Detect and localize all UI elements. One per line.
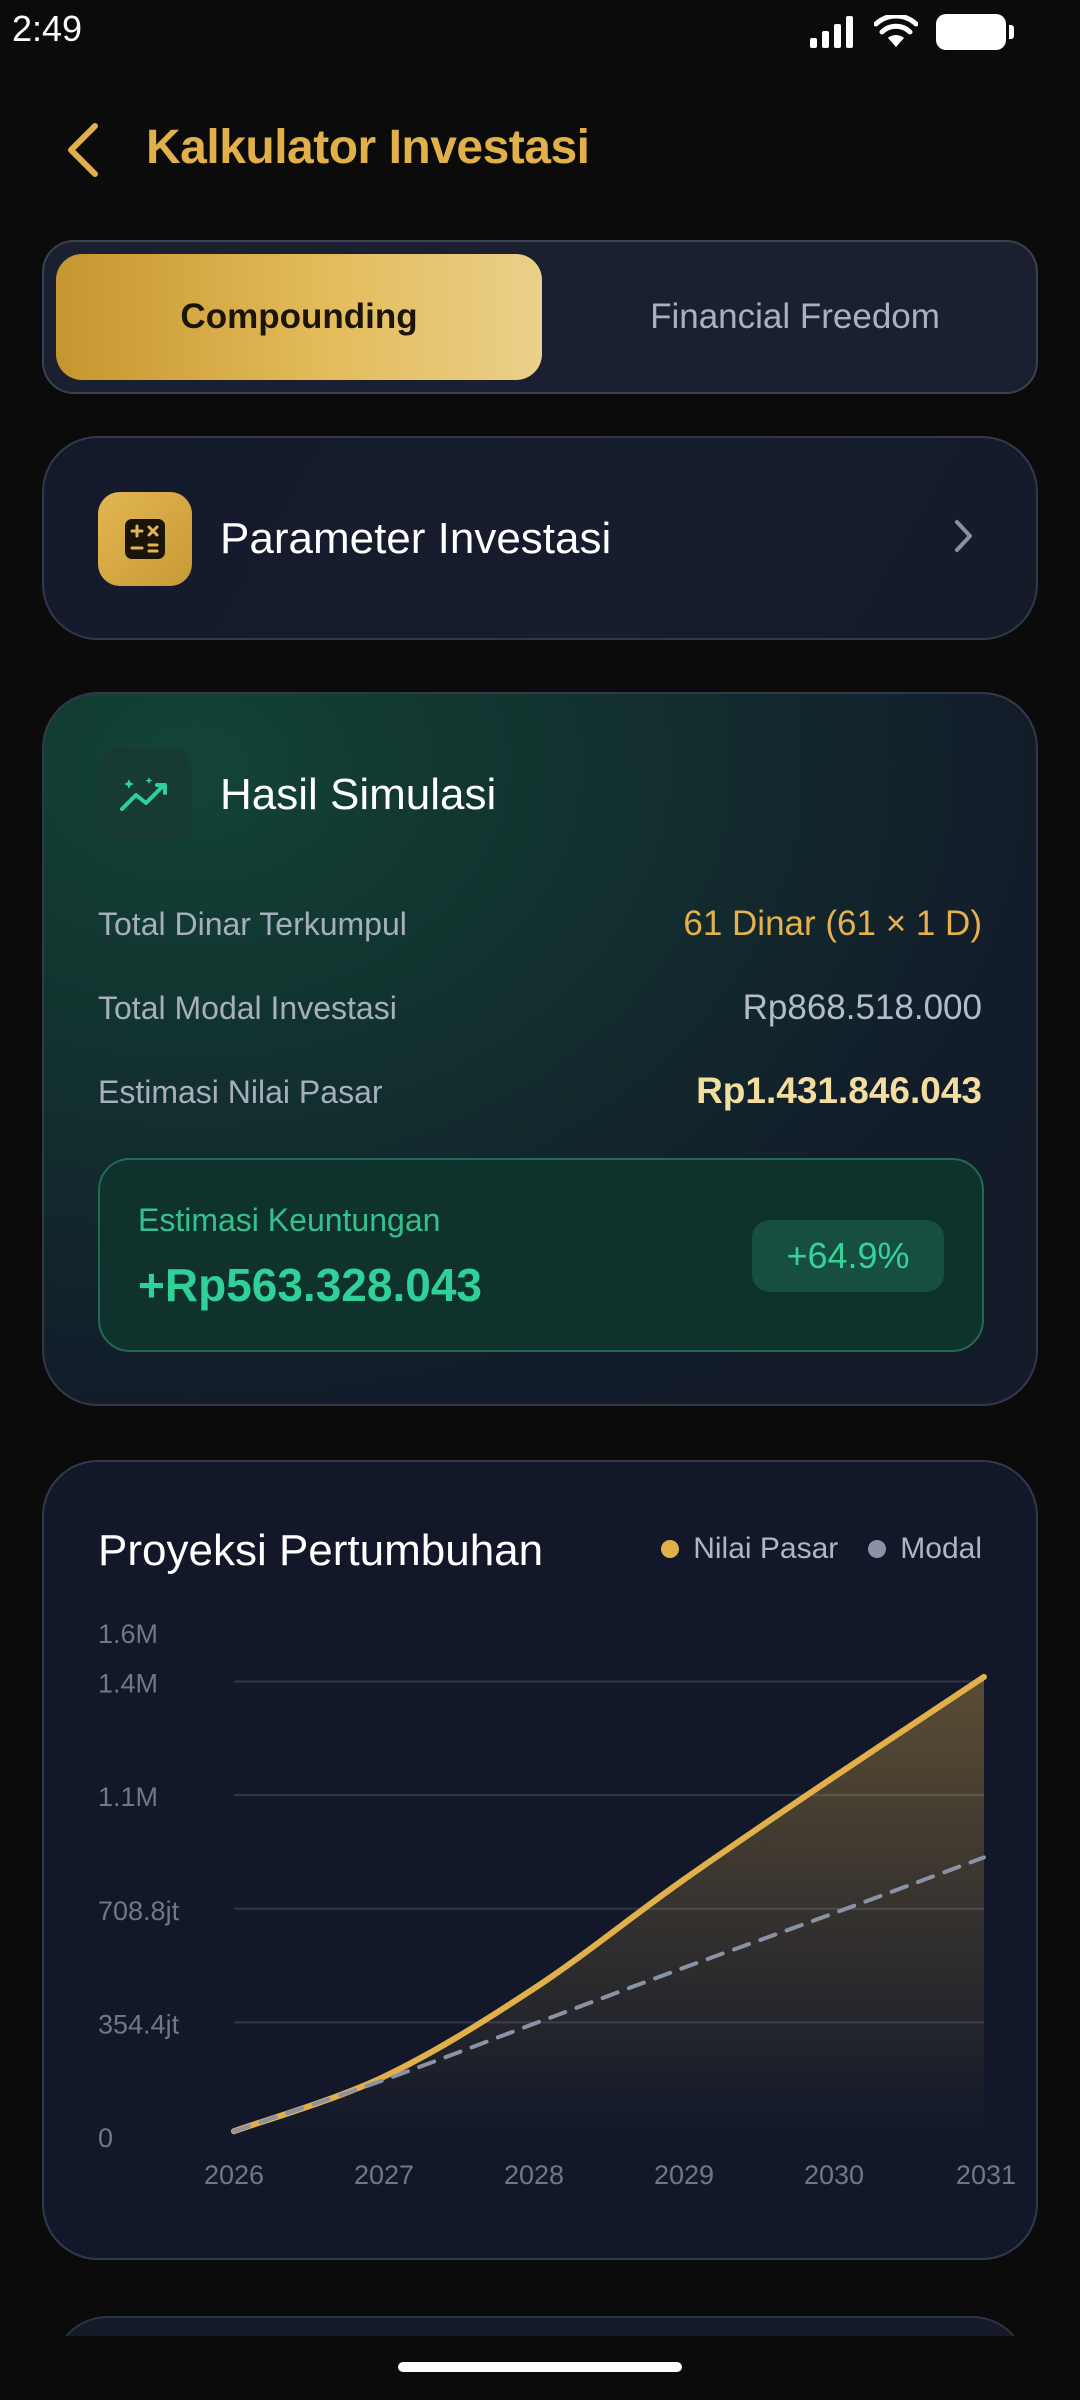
chevron-left-icon: [68, 123, 98, 177]
profit-value: +Rp563.328.043: [138, 1259, 482, 1311]
chevron-right-icon: [955, 520, 972, 552]
mode-tabs: Compounding Financial Freedom: [42, 240, 1038, 394]
market-value-area: [234, 1676, 984, 2136]
page-title: Kalkulator Investasi: [146, 121, 590, 174]
simulation-result-card: Hasil Simulasi Total Dinar Terkumpul 61 …: [42, 692, 1038, 1406]
home-indicator[interactable]: [398, 2362, 682, 2372]
investment-parameters-card[interactable]: Parameter Investasi: [42, 436, 1038, 640]
y-tick-label: 708.8jt: [98, 1896, 180, 1926]
x-tick-label: 2029: [654, 2160, 714, 2190]
market-value-value: Rp1.431.846.043: [696, 1070, 982, 1111]
trending-sparkle-icon: [98, 748, 192, 842]
result-title: Hasil Simulasi: [220, 770, 497, 819]
market-value-label: Estimasi Nilai Pasar: [98, 1074, 383, 1110]
x-tick-label: 2027: [354, 2160, 414, 2190]
status-bar: 2:49: [0, 0, 1080, 64]
growth-projection-card: Proyeksi Pertumbuhan Nilai Pasar Modal 0…: [42, 1460, 1038, 2260]
calculator-icon: [98, 492, 192, 586]
y-tick-label: 1.4M: [98, 1669, 158, 1699]
app-header: Kalkulator Investasi: [0, 110, 1080, 190]
wifi-icon: [874, 15, 918, 47]
parameters-title: Parameter Investasi: [220, 514, 612, 563]
battery-icon: [936, 14, 1014, 50]
x-tick-label: 2031: [956, 2160, 1016, 2190]
status-icons: [810, 14, 1014, 50]
y-tick-label: 354.4jt: [98, 2009, 180, 2039]
signal-icon: [810, 16, 853, 48]
profit-label: Estimasi Keuntungan: [138, 1202, 441, 1238]
total-dinar-value: 61 Dinar (61 × 1 D): [683, 904, 982, 943]
total-dinar-label: Total Dinar Terkumpul: [98, 906, 407, 942]
y-tick-label: 1.1M: [98, 1782, 158, 1812]
tab-compounding[interactable]: Compounding: [56, 254, 542, 380]
total-capital-value: Rp868.518.000: [742, 988, 982, 1027]
status-time: 2:49: [12, 8, 83, 49]
y-tick-label: 1.6M: [98, 1619, 158, 1649]
x-tick-label: 2028: [504, 2160, 564, 2190]
back-button[interactable]: [58, 118, 108, 182]
y-tick-label: 0: [98, 2123, 113, 2153]
profit-percent-badge: +64.9%: [752, 1220, 944, 1292]
total-capital-label: Total Modal Investasi: [98, 990, 397, 1026]
estimated-profit-box: Estimasi Keuntungan +Rp563.328.043 +64.9…: [98, 1158, 984, 1352]
x-tick-label: 2026: [204, 2160, 264, 2190]
x-tick-label: 2030: [804, 2160, 864, 2190]
tab-financial-freedom[interactable]: Financial Freedom: [564, 254, 1026, 380]
growth-chart: 0 354.4jt 708.8jt 1.1M 1.4M 1.6M 2026 2027 2028 2…: [98, 1619, 1016, 2190]
